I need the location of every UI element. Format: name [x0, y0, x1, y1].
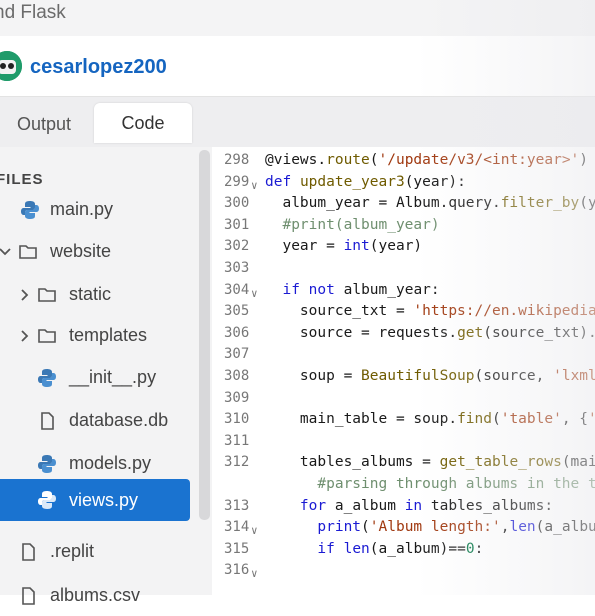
code-line[interactable]: 300 album_year = Album.query.filter_by(y…	[212, 195, 595, 219]
code-text: main_table = soup.find('table', {'class'	[265, 411, 595, 428]
chevron-down-icon	[0, 248, 11, 256]
file-label: main.py	[50, 199, 114, 219]
chevron-right-icon	[21, 289, 29, 301]
file-label: .replit	[50, 541, 95, 561]
files-heading: FILES	[0, 171, 44, 188]
line-number: 306	[224, 324, 250, 341]
file-label: __init__.py	[69, 367, 157, 387]
file-albums-csv[interactable]: albums.csv	[0, 576, 190, 616]
code-line[interactable]: 303	[212, 260, 595, 284]
code-text: #parsing through albums in the table	[265, 476, 595, 492]
file-init-py[interactable]: __init__.py	[0, 358, 190, 398]
file-replit[interactable]: .replit	[0, 532, 190, 572]
project-title: nd Flask	[0, 2, 66, 23]
code-text: source = requests.get(source_txt).text	[265, 324, 595, 341]
code-line[interactable]: 314∨ print('Album length:',len(a_album))	[212, 519, 595, 543]
file-label: database.db	[69, 410, 169, 430]
code-line[interactable]: 313 for a_album in tables_albums:	[212, 498, 595, 522]
code-line[interactable]: 311	[212, 433, 595, 457]
chevron-right-icon	[21, 330, 29, 342]
user-header: cesarlopez200	[0, 36, 595, 97]
code-line[interactable]: 308 soup = BeautifulSoup(source, 'lxml')	[212, 368, 595, 392]
code-text: def update_year3(year):	[265, 173, 466, 190]
code-text: tables_albums = get_table_rows(main_tabl…	[265, 454, 595, 471]
file-icon	[41, 412, 54, 430]
python-icon	[38, 455, 56, 473]
code-line[interactable]: 305 source_txt = 'https://en.wikipedia.o…	[212, 303, 595, 327]
file-label: models.py	[69, 453, 152, 473]
code-text: for a_album in tables_albums:	[299, 497, 554, 514]
file-label: albums.csv	[50, 585, 141, 605]
file-label: static	[69, 284, 112, 304]
fold-chevron-icon[interactable]: ∨	[251, 524, 258, 537]
code-line[interactable]: #parsing through albums in the table	[212, 476, 595, 500]
line-number: 305	[224, 303, 250, 320]
code-line[interactable]: 301 #print(album_year)	[212, 217, 595, 241]
line-number: 298	[224, 152, 250, 168]
code-text: album_year = Album.query.filter_by(year=…	[265, 195, 595, 212]
line-number: 310	[224, 411, 250, 428]
code-line[interactable]: 315 if len(a_album)==0:	[212, 541, 595, 565]
folder-icon	[38, 288, 56, 302]
file-models-py[interactable]: models.py	[0, 444, 190, 484]
line-number: 302	[224, 238, 250, 255]
code-line[interactable]: 299 ∨ def update_year3(year):	[212, 174, 595, 198]
line-number: 309	[224, 389, 250, 406]
code-line[interactable]: 306 source = requests.get(source_txt).te…	[212, 325, 595, 349]
avatar-icon	[0, 51, 22, 81]
line-number: 311	[224, 432, 250, 449]
python-icon	[38, 491, 56, 509]
line-number: 301	[224, 216, 250, 233]
code-line[interactable]: 316 ∨	[212, 562, 595, 586]
file-database-db[interactable]: database.db	[0, 401, 190, 441]
tab-bar: Output Code	[0, 97, 595, 147]
code-text: #print(album_year)	[265, 216, 440, 233]
folder-templates[interactable]: templates	[0, 316, 190, 356]
code-line[interactable]: 304 ∨ if not album_year:	[212, 282, 595, 306]
code-line[interactable]: 298 @views.route('/update/v3/<int:year>')	[212, 152, 595, 176]
code-editor[interactable]: 298 @views.route('/update/v3/<int:year>')…	[212, 147, 595, 595]
code-text: soup = BeautifulSoup(source, 'lxml')	[265, 368, 595, 384]
tab-code[interactable]: Code	[94, 103, 192, 143]
folder-icon	[19, 245, 37, 259]
python-icon	[21, 201, 39, 219]
line-number: 315	[224, 540, 250, 557]
fold-chevron-icon[interactable]: ∨	[251, 179, 258, 192]
line-number: 312	[224, 454, 250, 471]
code-text: if not album_year:	[282, 281, 440, 298]
line-number: 300	[224, 195, 250, 212]
folder-static[interactable]: static	[0, 275, 190, 315]
code-line[interactable]: 310 main_table = soup.find('table', {'cl…	[212, 411, 595, 435]
file-main-py[interactable]: main.py	[0, 190, 190, 230]
file-label: views.py	[69, 490, 139, 510]
title-bar: nd Flask	[0, 0, 595, 36]
line-number: 308	[224, 368, 250, 384]
fold-chevron-icon[interactable]: ∨	[251, 287, 258, 300]
code-line[interactable]: 307	[212, 346, 595, 370]
folder-website[interactable]: website	[0, 232, 190, 272]
code-line[interactable]: 302 year = int(year)	[212, 238, 595, 262]
code-text: if len(a_album)==0:	[317, 540, 484, 557]
code-text: print('Album length:',len(a_album))	[317, 519, 595, 536]
line-number: 307	[224, 346, 250, 363]
file-views-py[interactable]: views.py	[0, 479, 190, 521]
file-icon	[22, 543, 35, 561]
python-icon	[38, 369, 56, 387]
code-text: year = int(year)	[265, 238, 423, 255]
tab-output[interactable]: Output	[0, 107, 88, 141]
line-number: 303	[224, 260, 250, 276]
folder-icon	[38, 329, 56, 343]
line-number: 313	[224, 497, 250, 514]
code-line[interactable]: 312 tables_albums = get_table_rows(main_…	[212, 454, 595, 478]
file-label: templates	[69, 325, 148, 345]
file-label: website	[50, 241, 112, 261]
avatar[interactable]	[0, 51, 22, 81]
code-text: source_txt = 'https://en.wikipedia.org/w…	[265, 303, 595, 320]
fold-chevron-icon[interactable]: ∨	[251, 567, 258, 580]
username-link[interactable]: cesarlopez200	[30, 56, 167, 79]
file-icon	[22, 587, 35, 605]
code-line[interactable]: 309	[212, 390, 595, 414]
code-text: @views.route('/update/v3/<int:year>')	[265, 152, 589, 168]
sidebar-scrollbar[interactable]	[199, 150, 210, 520]
